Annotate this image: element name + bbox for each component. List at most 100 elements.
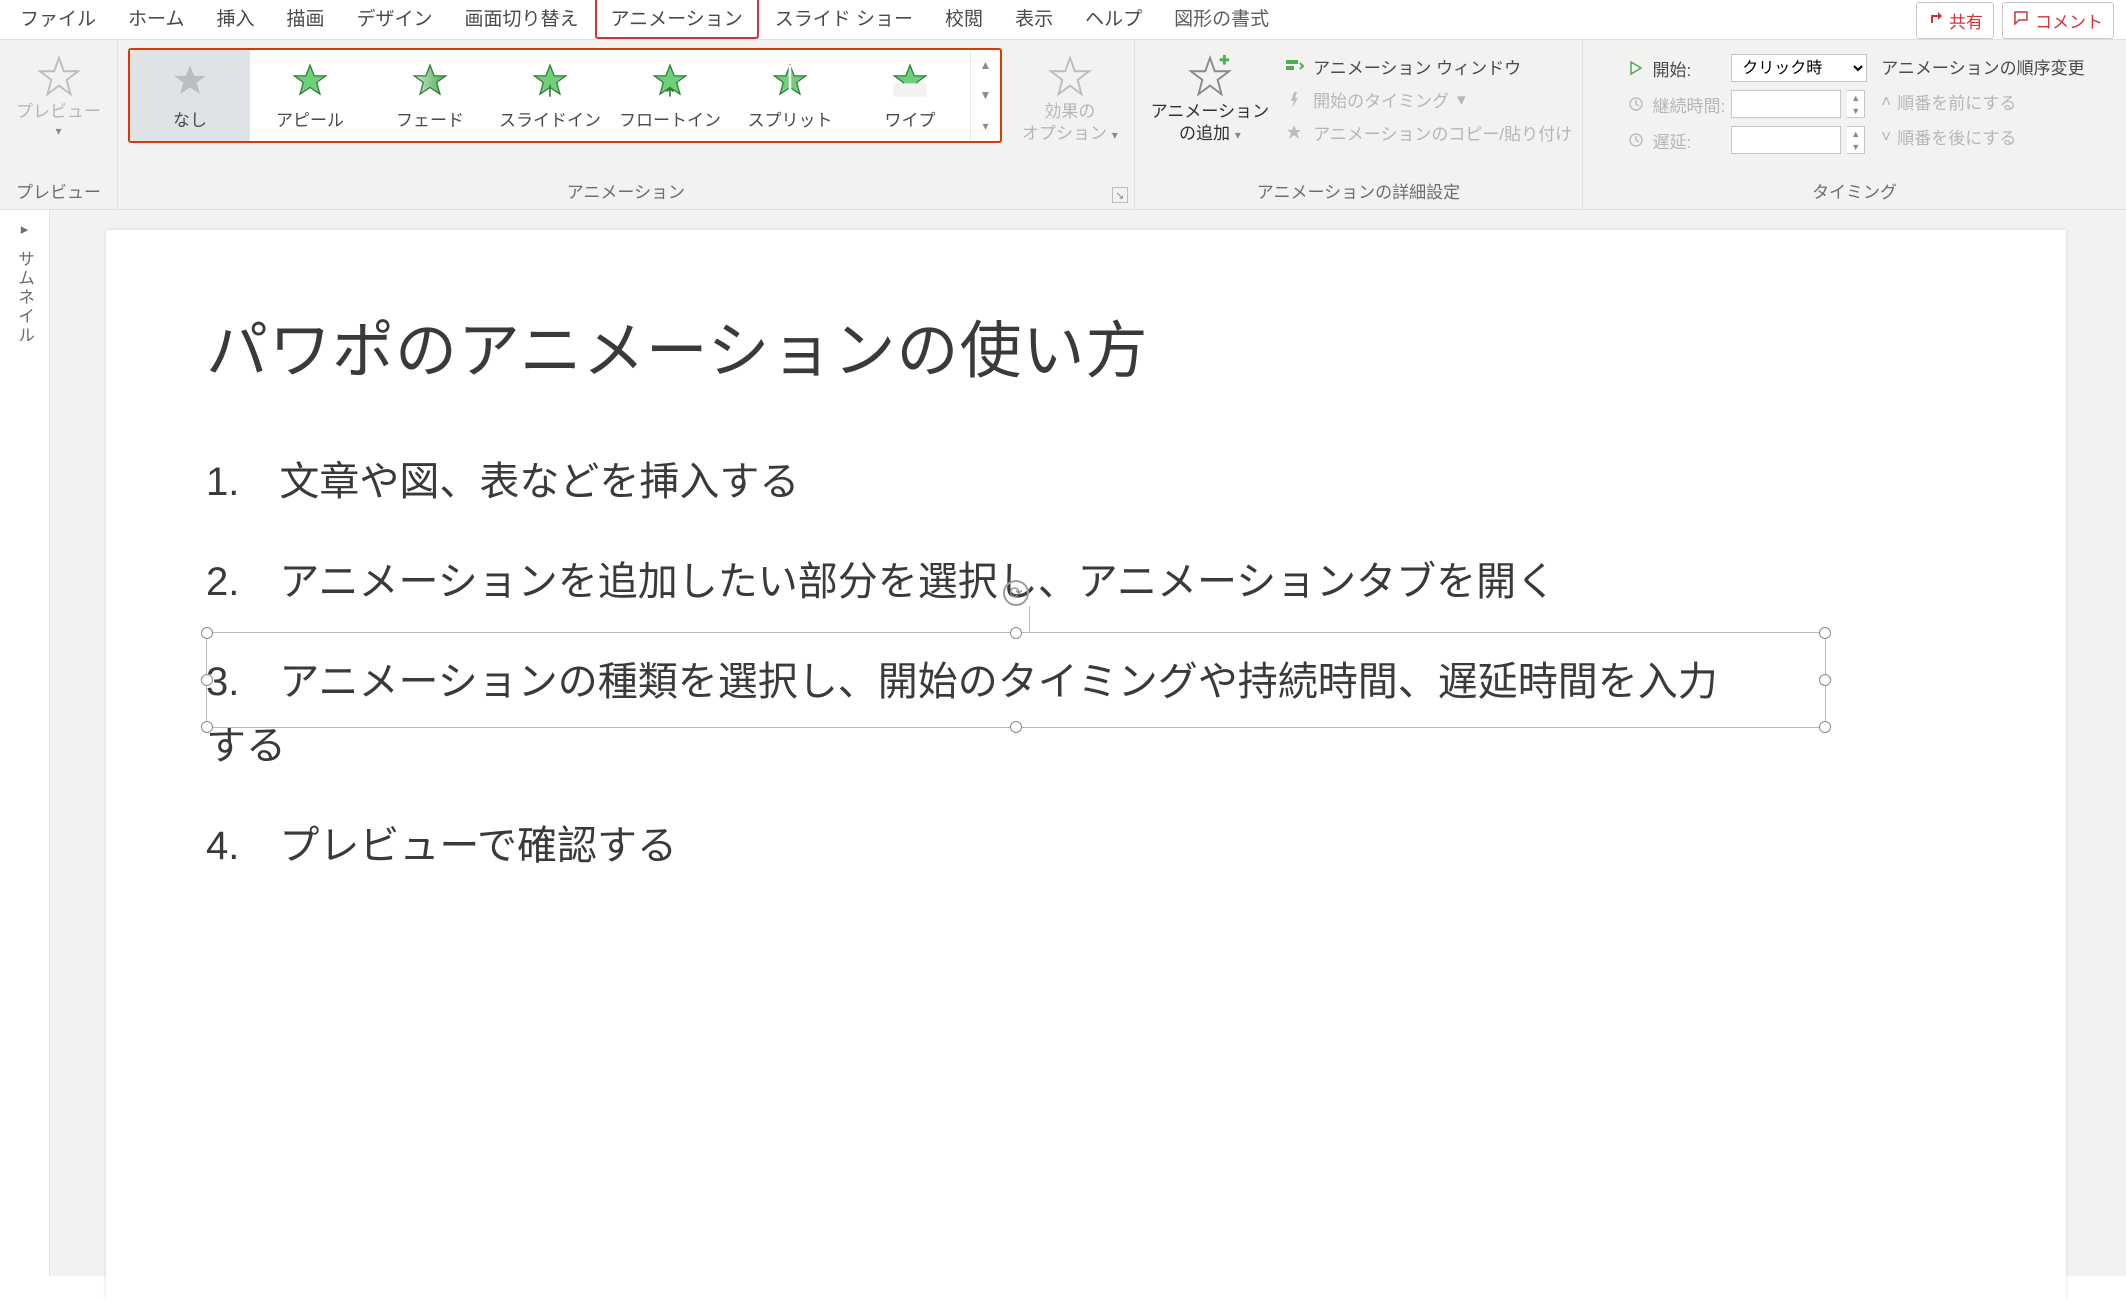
trigger-button[interactable]: 開始のタイミング ▾ (1283, 87, 1572, 112)
share-button[interactable]: 共有 (1916, 2, 1994, 39)
star-icon (770, 60, 810, 100)
gallery-item-appear[interactable]: アピール (250, 50, 370, 141)
start-label: 開始: (1625, 56, 1726, 81)
group-animation: なし アピール フェード (118, 40, 1135, 209)
resize-handle-e[interactable] (1819, 674, 1831, 686)
share-label: 共有 (1949, 8, 1983, 33)
chevron-down-icon: ˅ (1881, 127, 1891, 147)
dialog-launcher-animation[interactable]: ↘ (1112, 187, 1128, 203)
star-plus-icon (1187, 54, 1233, 100)
duration-spinner[interactable]: ▲▼ (1847, 90, 1865, 118)
rotation-handle[interactable]: ⟳ (1003, 580, 1029, 606)
tab-shape-format[interactable]: 図形の書式 (1158, 0, 1285, 39)
add-animation-button[interactable]: アニメーション の追加 ▾ (1145, 48, 1275, 151)
tab-review[interactable]: 校閲 (929, 0, 999, 39)
trigger-icon (1283, 89, 1305, 111)
order-title: アニメーションの順序変更 (1881, 54, 2084, 79)
gallery-label: スプリット (748, 106, 833, 131)
slide-canvas[interactable]: パワポのアニメーションの使い方 ⟳ 1. 文章や図、表などを挿入する 2. アニ… (50, 210, 2126, 1276)
thumbnail-rail-label: サムネイル (12, 250, 37, 345)
effect-options-label-2: オプション ▾ (1022, 124, 1118, 144)
gallery-item-split[interactable]: スプリット (730, 50, 850, 141)
chevron-down-icon: ▾ (1457, 90, 1466, 110)
duration-label: 継続時間: (1625, 92, 1726, 117)
preview-button[interactable]: プレビュー ▾ (10, 48, 107, 144)
gallery-expand[interactable]: ▾ (971, 111, 1000, 141)
group-label-advanced: アニメーションの詳細設定 (1257, 172, 1460, 205)
gallery-scroll-up[interactable]: ▲ (971, 50, 1000, 80)
delay-spinner[interactable]: ▲▼ (1847, 126, 1865, 154)
resize-handle-sw[interactable] (201, 721, 213, 733)
chevron-up-icon: ˄ (1881, 92, 1891, 112)
order-earlier-button[interactable]: ˄ 順番を前にする (1881, 89, 2084, 114)
rotation-stem (1029, 606, 1030, 632)
tab-help[interactable]: ヘルプ (1069, 0, 1158, 39)
gallery-item-wipe[interactable]: ワイプ (850, 50, 970, 141)
resize-handle-ne[interactable] (1819, 627, 1831, 639)
preview-label: プレビュー (16, 102, 101, 122)
tab-insert[interactable]: 挿入 (200, 0, 270, 39)
animation-pane-button[interactable]: アニメーション ウィンドウ (1283, 54, 1572, 79)
slide[interactable]: パワポのアニメーションの使い方 ⟳ 1. 文章や図、表などを挿入する 2. アニ… (106, 230, 2066, 1300)
tab-home[interactable]: ホーム (112, 0, 200, 39)
gallery-item-floatin[interactable]: フロートイン (610, 50, 730, 141)
resize-handle-se[interactable] (1819, 721, 1831, 733)
advanced-commands: アニメーション ウィンドウ 開始のタイミング ▾ アニメーションのコピー/貼り付… (1283, 48, 1572, 145)
gallery-scroll-down[interactable]: ▼ (971, 80, 1000, 110)
star-icon (410, 60, 450, 100)
star-icon (650, 60, 690, 100)
group-label-timing: タイミング (1812, 172, 1897, 205)
animation-pane-label: アニメーション ウィンドウ (1313, 54, 1521, 79)
tab-animation[interactable]: アニメーション (595, 0, 759, 39)
tab-slideshow[interactable]: スライド ショー (759, 0, 929, 39)
gallery-item-none[interactable]: なし (130, 50, 250, 141)
duration-input[interactable] (1731, 90, 1841, 118)
selected-textbox[interactable] (206, 632, 1826, 728)
list-item[interactable]: 2. アニメーションを追加したい部分を選択し、アニメーションタブを開く (206, 550, 1756, 614)
timing-controls: 開始: クリック時 継続時間: ▲▼ (1625, 48, 1868, 154)
comment-button[interactable]: コメント (2002, 2, 2114, 39)
gallery-label: スライドイン (499, 106, 601, 131)
comment-label: コメント (2035, 8, 2103, 33)
tab-view[interactable]: 表示 (999, 0, 1069, 39)
group-label-preview: プレビュー (16, 172, 101, 205)
comment-icon (2013, 10, 2029, 31)
tab-draw[interactable]: 描画 (270, 0, 340, 39)
effect-options-button[interactable]: 効果の オプション ▾ (1016, 48, 1124, 151)
resize-handle-nw[interactable] (201, 627, 213, 639)
star-icon (530, 60, 570, 100)
expand-thumbnails-button[interactable]: ▸ (21, 220, 29, 238)
add-animation-label-2: の追加 ▾ (1179, 124, 1241, 144)
list-item[interactable]: 1. 文章や図、表などを挿入する (206, 450, 1756, 514)
titlebar-actions: 共有 コメント (1916, 2, 2122, 39)
tab-file[interactable]: ファイル (4, 0, 112, 39)
order-later-button[interactable]: ˅ 順番を後にする (1881, 124, 2084, 149)
animation-painter-button[interactable]: アニメーションのコピー/貼り付け (1283, 120, 1572, 145)
gallery-label: なし (173, 106, 207, 131)
resize-handle-n[interactable] (1010, 627, 1022, 639)
order-controls: アニメーションの順序変更 ˄ 順番を前にする ˅ 順番を後にする (1867, 48, 2084, 149)
gallery-item-slidein[interactable]: スライドイン (490, 50, 610, 141)
order-earlier-label: 順番を前にする (1897, 89, 2016, 114)
animation-painter-icon (1283, 122, 1305, 144)
start-select[interactable]: クリック時 (1731, 54, 1867, 82)
list-item[interactable]: 4. プレビューで確認する (206, 814, 1756, 878)
effect-options-label-1: 効果の (1044, 102, 1095, 122)
gallery-label: ワイプ (885, 106, 936, 131)
delay-input[interactable] (1731, 126, 1841, 154)
slide-title[interactable]: パワポのアニメーションの使い方 (206, 300, 1966, 390)
tab-transition[interactable]: 画面切り替え (449, 0, 595, 39)
star-icon (170, 60, 210, 100)
workspace: ▸ サムネイル パワポのアニメーションの使い方 ⟳ 1. 文章や図、表などを挿入… (0, 210, 2126, 1276)
clock-icon (1625, 129, 1647, 151)
resize-handle-w[interactable] (201, 674, 213, 686)
trigger-label: 開始のタイミング (1313, 87, 1449, 112)
animation-pane-icon (1283, 56, 1305, 78)
animation-gallery: なし アピール フェード (128, 48, 1002, 143)
tab-design[interactable]: デザイン (340, 0, 448, 39)
gallery-label: フロートイン (619, 106, 721, 131)
gallery-item-fade[interactable]: フェード (370, 50, 490, 141)
star-icon (1047, 54, 1093, 100)
star-icon (36, 54, 82, 100)
resize-handle-s[interactable] (1010, 721, 1022, 733)
